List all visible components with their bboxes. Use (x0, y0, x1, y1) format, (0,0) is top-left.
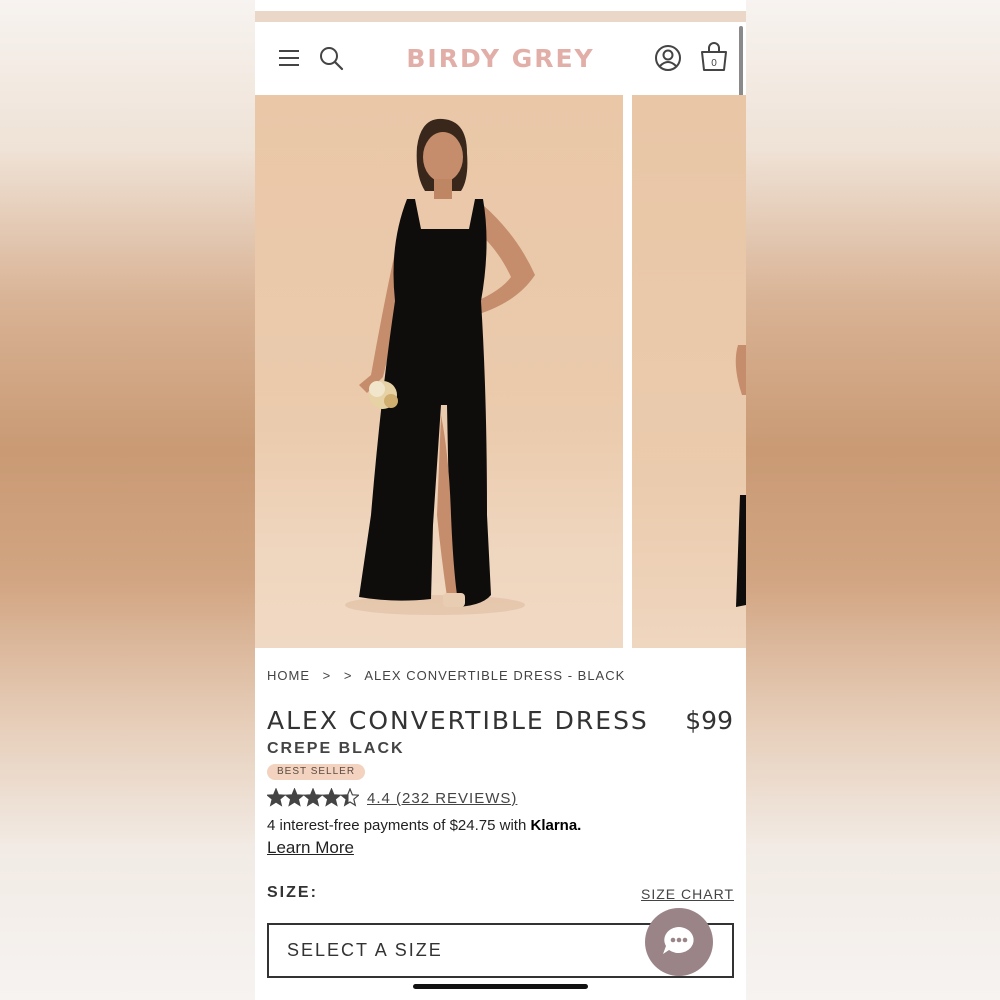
bag-icon[interactable]: 0 (699, 41, 729, 73)
product-title: ALEX CONVERTIBLE DRESS (267, 706, 649, 735)
size-chart-link[interactable]: SIZE CHART (641, 886, 734, 902)
chat-button[interactable] (645, 908, 713, 976)
phone-screen: BIRDY GREY 0 HOME > > ALEX CONVERTIBLE D… (255, 0, 746, 1000)
breadcrumb: HOME > > ALEX CONVERTIBLE DRESS - BLACK (267, 668, 633, 683)
cart-count: 0 (711, 58, 717, 69)
product-color: CREPE BLACK (267, 740, 405, 757)
klarna-logo: Klarna. (530, 817, 582, 834)
star-icon (302, 787, 324, 807)
size-label: SIZE: (267, 884, 318, 901)
star-icon (339, 787, 361, 807)
star-icon (284, 787, 305, 807)
site-header: BIRDY GREY 0 (255, 22, 746, 95)
klarna-text: 4 interest-free payments of $24.75 with (267, 817, 527, 834)
breadcrumb-separator: > (343, 668, 353, 683)
rating-stars[interactable] (265, 787, 361, 808)
product-gallery[interactable] (255, 95, 746, 648)
product-image-next[interactable] (632, 95, 746, 648)
chat-icon (663, 927, 694, 954)
announcement-bar (255, 11, 746, 22)
account-icon[interactable] (654, 44, 682, 72)
breadcrumb-home[interactable]: HOME (267, 668, 310, 683)
home-indicator[interactable] (413, 984, 588, 989)
star-icon (321, 787, 342, 807)
blurred-background-left (0, 0, 255, 1000)
star-icon (265, 787, 287, 807)
learn-more-link[interactable]: Learn More (267, 838, 354, 858)
breadcrumb-current: ALEX CONVERTIBLE DRESS - BLACK (364, 668, 626, 683)
breadcrumb-separator: > (322, 668, 332, 683)
product-price: $99 (685, 706, 733, 735)
klarna-message: 4 interest-free payments of $24.75 with … (267, 817, 581, 834)
blurred-background-right (746, 0, 1000, 1000)
product-image-main[interactable] (255, 95, 623, 648)
best-seller-badge: BEST SELLER (267, 764, 366, 780)
top-strip (255, 0, 746, 22)
reviews-link[interactable]: 4.4 (232 REVIEWS) (367, 790, 517, 807)
